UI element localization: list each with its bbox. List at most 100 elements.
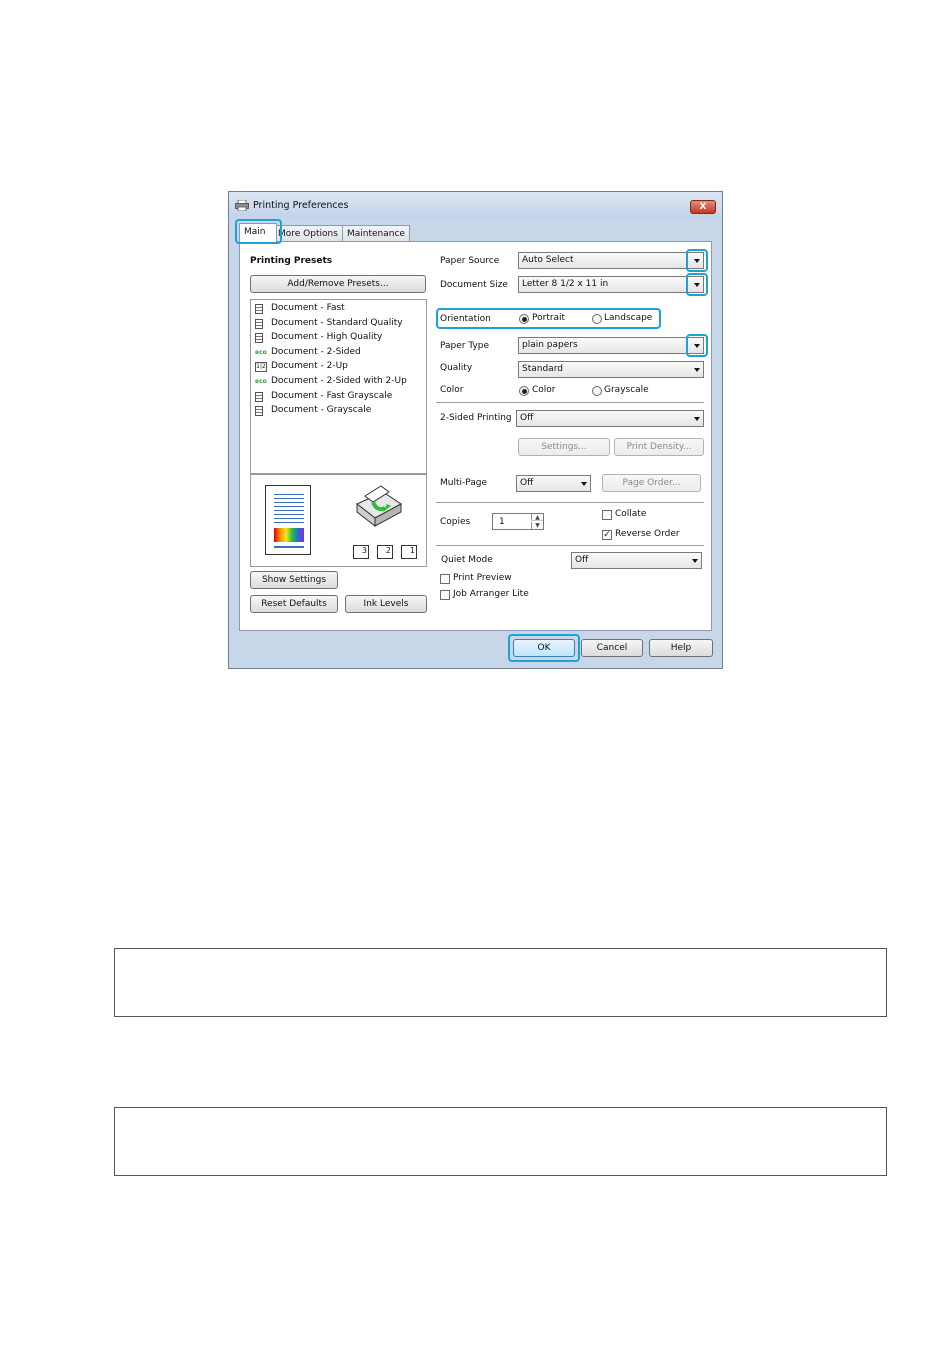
portrait-label: Portrait xyxy=(532,313,566,323)
preset-label: Document - Fast Grayscale xyxy=(271,390,393,401)
preset-label: Document - Standard Quality xyxy=(271,317,403,328)
reverse-order-checkbox[interactable]: ✓ xyxy=(602,530,612,540)
quality-value: Standard xyxy=(522,364,563,374)
copies-stepper[interactable]: 1 ▲ ▼ xyxy=(492,513,544,530)
two-sided-value: Off xyxy=(520,413,534,423)
page-number: 3 xyxy=(353,545,369,559)
print-preview-box: 3 2 1 xyxy=(250,473,427,567)
tab-more-options[interactable]: More Options xyxy=(273,225,343,242)
quality-dropdown[interactable]: Standard xyxy=(518,361,704,378)
preset-label: Document - 2-Sided with 2-Up xyxy=(271,376,407,386)
settings-button[interactable]: Settings... xyxy=(518,438,610,456)
page-order-icons: 3 2 1 xyxy=(353,545,427,561)
multipage-label: Multi-Page xyxy=(440,478,488,488)
tab-main-highlight xyxy=(235,219,282,244)
help-button[interactable]: Help xyxy=(649,639,713,657)
print-preview-label: Print Preview xyxy=(453,573,512,583)
page-order-button[interactable]: Page Order... xyxy=(602,474,701,492)
chevron-down-icon xyxy=(694,417,700,421)
two-sided-dropdown[interactable]: Off xyxy=(516,410,704,427)
print-density-button[interactable]: Print Density... xyxy=(614,438,704,456)
paper-type-value: plain papers xyxy=(522,340,578,350)
color-option-label: Color xyxy=(532,385,556,395)
eco-icon: eco xyxy=(255,378,267,385)
document-size-label: Document Size xyxy=(440,280,508,290)
paper-type-dropdown[interactable]: plain papers xyxy=(518,337,704,354)
document-icon xyxy=(255,304,263,314)
preset-label: Document - Grayscale xyxy=(271,405,372,416)
page-number: 2 xyxy=(377,545,393,559)
collate-label: Collate xyxy=(615,509,647,519)
chevron-down-icon xyxy=(694,368,700,372)
cancel-button[interactable]: Cancel xyxy=(581,639,643,657)
document-size-dropdown[interactable]: Letter 8 1/2 x 11 in xyxy=(518,276,704,293)
title-bar[interactable]: Printing Preferences X xyxy=(229,192,722,218)
document-size-arrow-highlight xyxy=(686,273,708,296)
preset-list-item[interactable]: Document - High Quality xyxy=(255,332,425,345)
note-box xyxy=(114,1107,887,1176)
copies-label: Copies xyxy=(440,517,471,527)
preset-list-item[interactable]: 1|2 Document - 2-Up xyxy=(255,361,425,374)
add-remove-presets-button[interactable]: Add/Remove Presets... xyxy=(250,275,426,293)
preset-list-item[interactable]: eco Document - 2-Sided xyxy=(255,347,425,360)
orientation-label: Orientation xyxy=(440,314,491,324)
preset-list-item[interactable]: Document - Standard Quality xyxy=(255,318,425,331)
multipage-dropdown[interactable]: Off xyxy=(516,475,591,492)
portrait-radio[interactable] xyxy=(519,314,529,324)
paper-type-arrow-highlight xyxy=(686,334,708,357)
landscape-radio[interactable] xyxy=(592,314,602,324)
chevron-down-icon xyxy=(581,482,587,486)
copies-value: 1 xyxy=(499,517,505,527)
preset-list-item[interactable]: eco Document - 2-Sided with 2-Up xyxy=(255,376,425,389)
preset-list-item[interactable]: Document - Fast xyxy=(255,303,425,316)
grayscale-label: Grayscale xyxy=(604,385,649,395)
quiet-mode-label: Quiet Mode xyxy=(441,555,493,565)
divider xyxy=(436,402,704,403)
reverse-order-label: Reverse Order xyxy=(615,529,680,539)
paper-source-dropdown[interactable]: Auto Select xyxy=(518,252,704,269)
reset-defaults-button[interactable]: Reset Defaults xyxy=(250,595,338,613)
preset-label: Document - 2-Up xyxy=(271,361,348,372)
paper-source-label: Paper Source xyxy=(440,256,500,266)
window-title: Printing Preferences xyxy=(253,200,349,211)
presets-list: Document - Fast Document - Standard Quali… xyxy=(250,299,427,475)
stepper-down-icon[interactable]: ▼ xyxy=(531,522,543,529)
presets-heading: Printing Presets xyxy=(250,256,333,266)
tab-maintenance[interactable]: Maintenance xyxy=(342,225,410,242)
page-number: 1 xyxy=(401,545,417,559)
stepper-up-icon[interactable]: ▲ xyxy=(531,514,543,521)
ok-button-highlight xyxy=(508,634,580,662)
note-box xyxy=(114,948,887,1017)
job-arranger-checkbox[interactable] xyxy=(440,590,450,600)
paper-type-label: Paper Type xyxy=(440,341,490,351)
paper-source-value: Auto Select xyxy=(522,255,574,265)
show-settings-button[interactable]: Show Settings xyxy=(250,571,338,589)
multipage-value: Off xyxy=(520,478,534,488)
close-button[interactable]: X xyxy=(690,200,716,214)
landscape-label: Landscape xyxy=(604,313,653,323)
quiet-mode-value: Off xyxy=(575,555,589,565)
color-radio[interactable] xyxy=(519,386,529,396)
printer-icon xyxy=(235,200,249,211)
print-preview-checkbox[interactable] xyxy=(440,574,450,584)
collate-checkbox[interactable] xyxy=(602,510,612,520)
preset-list-item[interactable]: Document - Grayscale xyxy=(255,405,425,418)
grayscale-radio[interactable] xyxy=(592,386,602,396)
preset-list-item[interactable]: Document - Fast Grayscale xyxy=(255,391,425,404)
document-icon xyxy=(255,406,263,417)
printer-illustration-icon xyxy=(356,485,402,528)
ink-levels-button[interactable]: Ink Levels xyxy=(345,595,427,613)
paper-source-arrow-highlight xyxy=(686,249,708,272)
job-arranger-label: Job Arranger Lite xyxy=(453,589,529,599)
chevron-down-icon xyxy=(692,559,698,563)
document-icon xyxy=(255,318,263,329)
eco-icon: eco xyxy=(255,348,267,356)
printing-preferences-window: Printing Preferences X More Options Main… xyxy=(228,191,723,669)
quiet-mode-dropdown[interactable]: Off xyxy=(571,552,702,569)
divider xyxy=(436,502,704,503)
preset-label: Document - High Quality xyxy=(271,332,383,343)
document-icon xyxy=(255,333,263,344)
document-size-value: Letter 8 1/2 x 11 in xyxy=(522,279,609,289)
quality-label: Quality xyxy=(440,363,473,373)
main-panel: Printing Presets Add/Remove Presets... D… xyxy=(239,241,712,631)
